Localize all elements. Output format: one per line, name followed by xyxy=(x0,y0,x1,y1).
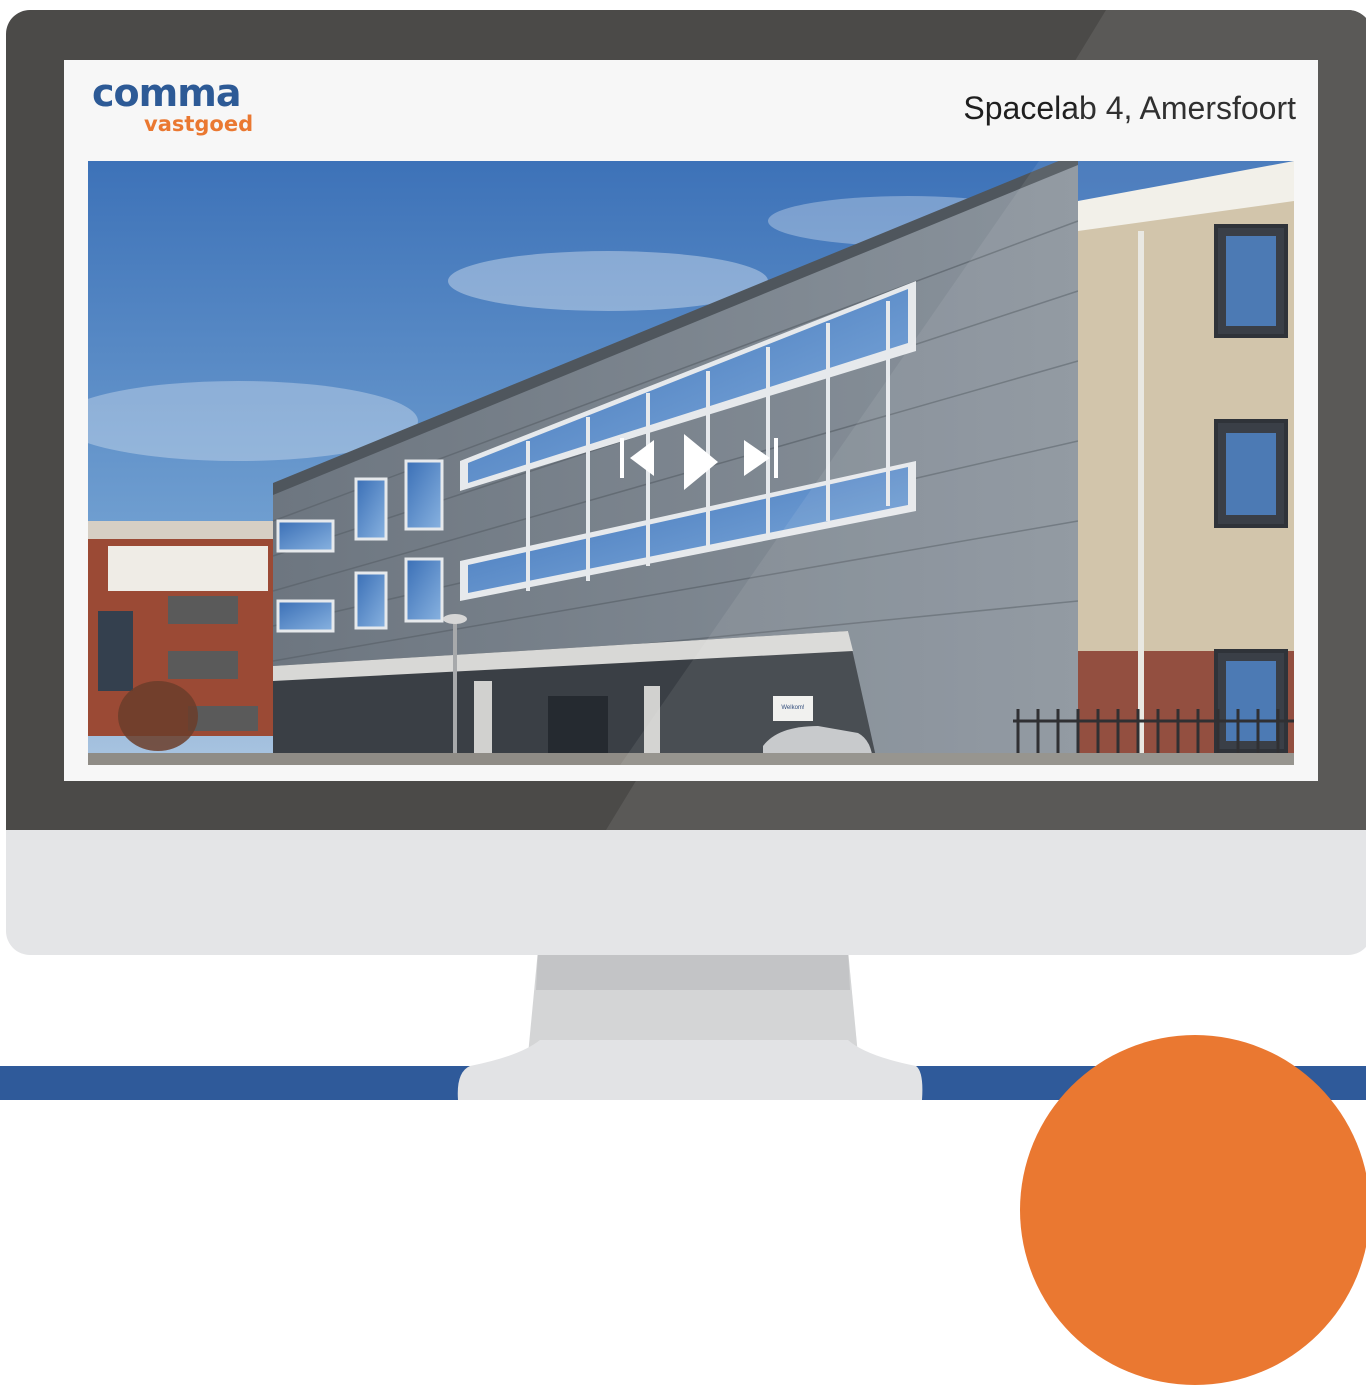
property-title: Spacelab 4, Amersfoort xyxy=(963,90,1296,126)
decorative-circle xyxy=(1020,1035,1366,1385)
slideshow-controls xyxy=(618,432,788,492)
screen: comma vastgoed Spacelab 4, Amersfoort We… xyxy=(64,60,1318,781)
logo-wordmark: comma xyxy=(92,71,241,115)
play-icon[interactable] xyxy=(680,432,720,492)
monitor-bezel: comma vastgoed Spacelab 4, Amersfoort We… xyxy=(6,10,1366,830)
welcome-sign: Welkom! xyxy=(781,705,805,711)
logo-tagline: vastgoed xyxy=(144,112,254,136)
comma-vastgoed-logo[interactable]: comma vastgoed xyxy=(92,74,282,144)
skip-next-icon[interactable] xyxy=(742,432,782,484)
skip-previous-icon[interactable] xyxy=(618,432,656,484)
